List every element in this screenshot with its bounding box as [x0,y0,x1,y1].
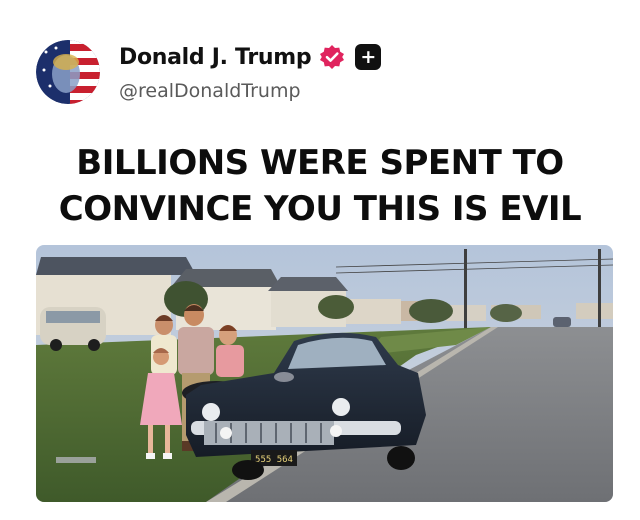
headline-line-1: BILLIONS WERE SPENT TO [76,143,564,183]
avatar-image [36,40,100,104]
author-handle[interactable]: @realDonaldTrump [119,80,301,102]
verified-badge-icon [319,44,345,70]
plus-icon[interactable]: + [355,44,382,70]
post-card: Donald J. Trump + @realDonaldTrump BILLI… [0,0,640,520]
license-plate-text: 555 564 [255,455,293,465]
post-image[interactable]: 555 564 [36,245,613,502]
headline-line-2: CONVINCE YOU THIS IS EVIL [58,189,582,229]
author-name-row: Donald J. Trump + [119,44,382,70]
vintage-car-family-photo: 555 564 [36,245,613,502]
headline: BILLIONS WERE SPENT TO CONVINCE YOU THIS… [20,140,620,232]
avatar[interactable] [36,40,100,104]
author-display-name[interactable]: Donald J. Trump [119,45,312,70]
